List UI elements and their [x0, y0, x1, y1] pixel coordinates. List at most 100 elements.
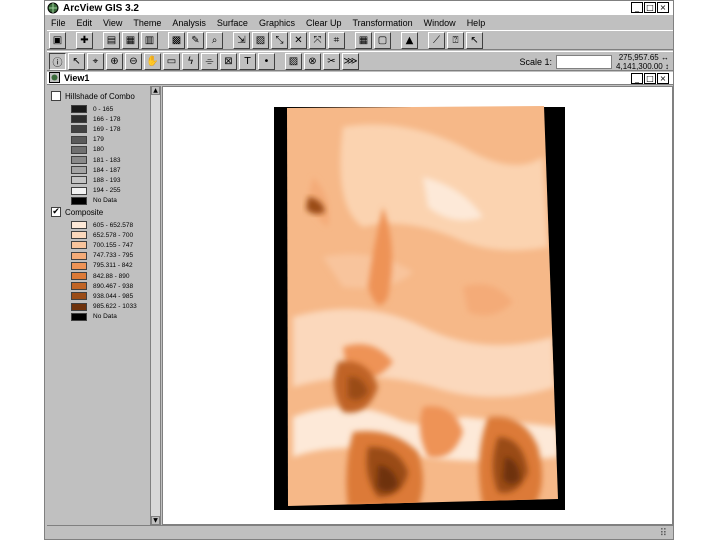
identify-icon[interactable]: ⓘ [49, 52, 66, 70]
hotlink-icon[interactable]: ϟ [182, 52, 199, 70]
theme-visibility-checkbox[interactable] [51, 91, 61, 101]
clear-selection-icon[interactable]: ▢ [374, 31, 391, 49]
menu-window[interactable]: Window [424, 18, 456, 28]
legend-item: 985.622 - 1033 [71, 302, 149, 312]
legend-label: 181 - 183 [93, 156, 121, 164]
zoom-active-themes-icon[interactable]: ▨ [252, 31, 269, 49]
query-builder-icon[interactable]: ⌕ [206, 31, 223, 49]
legend-label: 842.88 - 890 [93, 272, 130, 280]
vertex-edit-icon[interactable]: ⌖ [87, 52, 104, 70]
menu-theme[interactable]: Theme [133, 18, 161, 28]
scroll-up-icon[interactable]: ▲ [151, 86, 160, 95]
raster-map[interactable] [163, 87, 674, 526]
zoom-out-icon[interactable]: ⤧ [309, 31, 326, 49]
legend-item: 180 [71, 145, 149, 155]
menu-analysis[interactable]: Analysis [172, 18, 206, 28]
legend-label: 985.622 - 1033 [93, 303, 137, 311]
menu-surface[interactable]: Surface [217, 18, 248, 28]
scroll-down-icon[interactable]: ▼ [151, 516, 160, 525]
theme-composite[interactable]: ✔ Composite 605 - 652.578 652.578 - 700 … [51, 206, 149, 322]
coord-x-arrow-icon: ↔ [661, 53, 669, 62]
close-button[interactable]: × [657, 2, 669, 13]
chart-icon[interactable]: ▲ [401, 31, 418, 49]
composite-raster [287, 106, 558, 506]
zoom-in-tool-icon[interactable]: ⊕ [106, 52, 123, 70]
zoom-previous-icon[interactable]: ⌗ [328, 31, 345, 49]
legend-swatch [71, 272, 87, 281]
zoom-selected-icon[interactable]: ⤡ [271, 31, 288, 49]
surface-cut-icon[interactable]: ✂ [323, 52, 340, 70]
minimize-button[interactable]: _ [631, 2, 643, 13]
legend-swatch [71, 221, 87, 230]
theme-properties-icon[interactable]: ▤ [103, 31, 120, 49]
edit-legend-icon[interactable]: ▦ [122, 31, 139, 49]
maximize-button[interactable]: □ [644, 2, 656, 13]
locate-address-icon[interactable]: ✎ [187, 31, 204, 49]
view-close-button[interactable]: × [657, 73, 669, 84]
select-features-icon[interactable]: ▦ [355, 31, 372, 49]
menu-transformation[interactable]: Transformation [352, 18, 412, 28]
arcview-globe-icon [47, 2, 59, 14]
zoom-full-extent-icon[interactable]: ⇲ [233, 31, 250, 49]
measure-icon[interactable]: ▭ [163, 52, 180, 70]
theme-name: Composite [65, 207, 104, 217]
legend-label: 180 [93, 146, 104, 154]
find-icon[interactable]: ▩ [168, 31, 185, 49]
status-bar: ⠿ [47, 525, 673, 539]
menu-view[interactable]: View [103, 18, 122, 28]
zoom-out-tool-icon[interactable]: ⊖ [125, 52, 142, 70]
text-icon[interactable]: T [239, 52, 256, 70]
legend-swatch [71, 292, 87, 301]
theme-hillshade[interactable]: Hillshade of Combo 0 - 165 166 - 178 169… [51, 90, 149, 206]
resize-grip-icon[interactable]: ⠿ [660, 528, 667, 539]
draw-point-icon[interactable]: • [258, 52, 275, 70]
zoom-in-icon[interactable]: ✕ [290, 31, 307, 49]
surface-profile-icon[interactable]: ⊗ [304, 52, 321, 70]
menu-help[interactable]: Help [467, 18, 486, 28]
legend-item: 0 - 165 [71, 104, 149, 114]
legend-swatch [71, 125, 87, 134]
menu-graphics[interactable]: Graphics [259, 18, 295, 28]
map-display[interactable] [162, 86, 673, 525]
legend-label: No Data [93, 313, 117, 321]
legend-item: 890.467 - 938 [71, 281, 149, 291]
surface-contour-icon[interactable]: ▨ [285, 52, 302, 70]
save-icon[interactable]: ▣ [49, 31, 66, 49]
legend-swatch [71, 156, 87, 165]
legend: 605 - 652.578 652.578 - 700 700.155 - 74… [71, 220, 149, 322]
legend-label: 890.467 - 938 [93, 282, 134, 290]
add-theme-icon[interactable]: ✚ [76, 31, 93, 49]
menu-clear-up[interactable]: Clear Up [306, 18, 342, 28]
menu-edit[interactable]: Edit [77, 18, 93, 28]
view-minimize-button[interactable]: _ [631, 73, 643, 84]
view-maximize-button[interactable]: □ [644, 73, 656, 84]
surface-select-icon[interactable]: ⋙ [342, 52, 359, 70]
menu-bar: File Edit View Theme Analysis Surface Gr… [45, 16, 673, 30]
area-of-interest-icon[interactable]: ⌯ [201, 52, 218, 70]
button-bar: ▣ ✚ ▤ ▦ ▥ ▩ ✎ ⌕ ⇲ ▨ ⤡ ✕ ⤧ ⌗ ▦ ▢ ▲ ⟋ ⍰ ↖ [47, 30, 673, 50]
legend-item: 795.311 - 842 [71, 261, 149, 271]
legend-item: 169 - 178 [71, 124, 149, 134]
legend-swatch [71, 241, 87, 250]
legend-item: 842.88 - 890 [71, 271, 149, 281]
legend-swatch [71, 176, 87, 185]
view-icon [49, 71, 60, 85]
legend-label: 0 - 165 [93, 105, 114, 113]
label-icon[interactable]: ⊠ [220, 52, 237, 70]
pan-icon[interactable]: ✋ [144, 52, 161, 70]
layout-icon[interactable]: ⟋ [428, 31, 445, 49]
legend-item: 194 - 255 [71, 186, 149, 196]
theme-visibility-checkbox[interactable]: ✔ [51, 207, 61, 217]
pointer-icon[interactable]: ↖ [68, 52, 85, 70]
help-pointer-icon[interactable]: ↖ [466, 31, 483, 49]
scale-input[interactable] [556, 55, 613, 69]
open-table-icon[interactable]: ▥ [141, 31, 158, 49]
cursor-coordinates: 275,957.65 ↔ 4,141,300.00 ↕ [616, 53, 669, 71]
legend-item: 747.733 - 795 [71, 251, 149, 261]
toc-scrollbar[interactable]: ▲ ▼ [150, 86, 160, 525]
legend-label: 194 - 255 [93, 187, 121, 195]
legend-item: No Data [71, 196, 149, 206]
tool-bar: ⓘ ↖ ⌖ ⊕ ⊖ ✋ ▭ ϟ ⌯ ⊠ T • ▨ ⊗ ✂ ⋙ Scale 1:… [47, 51, 673, 71]
help-icon[interactable]: ⍰ [447, 31, 464, 49]
menu-file[interactable]: File [51, 18, 66, 28]
